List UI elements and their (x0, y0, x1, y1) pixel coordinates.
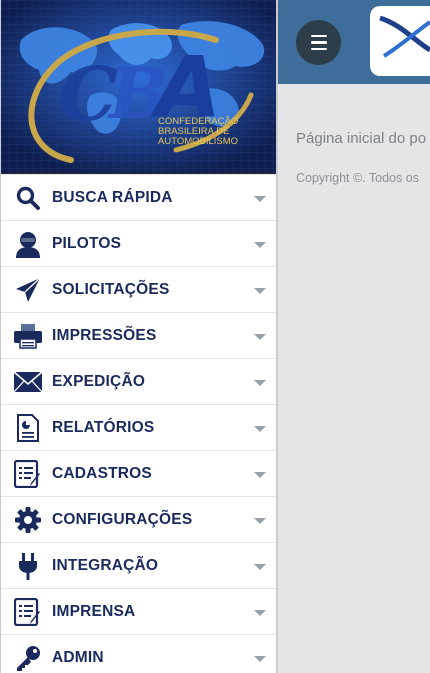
menu-item-label: EXPEDIÇÃO (52, 372, 146, 390)
form-icon (13, 597, 43, 627)
hamburger-menu-button[interactable] (296, 20, 341, 65)
chevron-down-icon (254, 334, 266, 340)
form-icon (13, 459, 43, 489)
report-icon (13, 413, 43, 443)
org-name-line3: AUTOMOBILISMO (158, 136, 238, 147)
chevron-down-icon (254, 472, 266, 478)
side-menu: BUSCA RÁPIDA PILOTOS SOLICITAÇÕES IMPRES… (1, 174, 276, 673)
paper-plane-icon (13, 275, 43, 305)
chevron-down-icon (254, 288, 266, 294)
menu-item-label: IMPRESSÕES (52, 326, 157, 344)
menu-item-label: CONFIGURAÇÕES (52, 510, 193, 528)
menu-item-integracao[interactable]: INTEGRAÇÃO (1, 543, 276, 589)
chevron-down-icon (254, 610, 266, 616)
menu-item-label: IMPRENSA (52, 602, 136, 620)
envelope-icon (13, 367, 43, 397)
driver-icon (13, 229, 43, 259)
chevron-down-icon (254, 242, 266, 248)
menu-item-pilotos[interactable]: PILOTOS (1, 221, 276, 267)
copyright-text: Copyright ©. Todos os (296, 171, 419, 185)
side-drawer: C B A CONFEDERAÇÃO BRASILEIRA DE AUTOMOB… (0, 0, 278, 673)
app-logo (370, 6, 430, 76)
chevron-down-icon (254, 656, 266, 662)
chevron-down-icon (254, 426, 266, 432)
chevron-down-icon (254, 564, 266, 570)
home-page-text: Página inicial do po (296, 130, 427, 147)
menu-item-label: PILOTOS (52, 234, 122, 252)
menu-item-solicitacoes[interactable]: SOLICITAÇÕES (1, 267, 276, 313)
chevron-down-icon (254, 518, 266, 524)
key-icon (13, 643, 43, 673)
menu-item-imprensa[interactable]: IMPRENSA (1, 589, 276, 635)
chevron-down-icon (254, 380, 266, 386)
menu-item-label: ADMIN (52, 648, 104, 666)
menu-item-cadastros[interactable]: CADASTROS (1, 451, 276, 497)
menu-item-relatorios[interactable]: RELATÓRIOS (1, 405, 276, 451)
menu-item-configuracoes[interactable]: CONFIGURAÇÕES (1, 497, 276, 543)
menu-item-expedicao[interactable]: EXPEDIÇÃO (1, 359, 276, 405)
menu-item-label: SOLICITAÇÕES (52, 280, 170, 298)
menu-item-impressoes[interactable]: IMPRESSÕES (1, 313, 276, 359)
cba-banner: C B A CONFEDERAÇÃO BRASILEIRA DE AUTOMOB… (1, 0, 276, 174)
menu-item-label: RELATÓRIOS (52, 418, 155, 436)
chevron-down-icon (254, 196, 266, 202)
hamburger-icon (310, 33, 327, 53)
gear-icon (13, 505, 43, 535)
menu-item-label: INTEGRAÇÃO (52, 556, 159, 574)
plug-icon (13, 551, 43, 581)
search-icon (13, 183, 43, 213)
menu-item-label: BUSCA RÁPIDA (52, 188, 173, 206)
menu-item-admin[interactable]: ADMIN (1, 635, 276, 673)
printer-icon (13, 321, 43, 351)
menu-item-label: CADASTROS (52, 464, 152, 482)
menu-item-busca-rapida[interactable]: BUSCA RÁPIDA (1, 175, 276, 221)
